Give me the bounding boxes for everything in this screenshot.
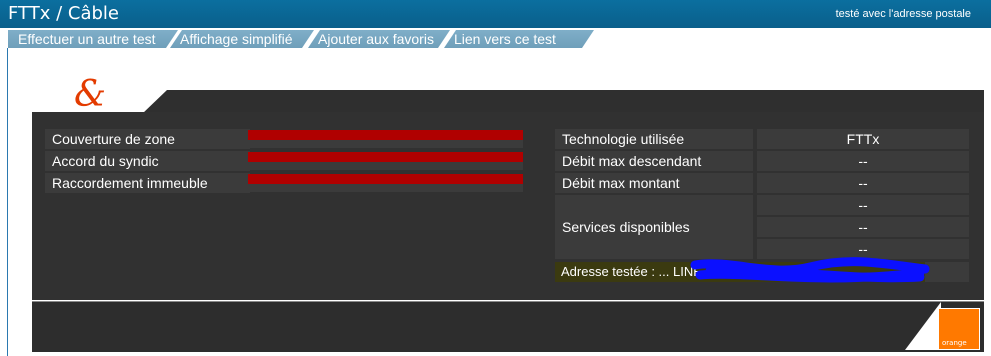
tab-label: Lien vers ce test: [454, 31, 556, 47]
service-value: --: [757, 239, 969, 259]
tab-simple-view[interactable]: Affichage simplifié: [170, 30, 314, 48]
row-label: Débit max montant: [555, 173, 753, 193]
service-value: --: [757, 217, 969, 237]
row-value: FTTx: [757, 129, 969, 149]
table-row: Accord du syndic: [45, 151, 523, 173]
status-bar: [248, 152, 523, 170]
technology-table: Technologie utilisée FTTx Débit max desc…: [555, 129, 969, 259]
row-value: --: [757, 151, 969, 171]
redaction-scribble: [690, 257, 930, 283]
tab-label: Effectuer un autre test: [18, 31, 156, 47]
title-bar: FTTx / Câble testé avec l'adresse postal…: [0, 0, 991, 28]
service-value: --: [757, 195, 969, 215]
row-label: Débit max descendant: [555, 151, 753, 171]
tested-address-note: testé avec l'adresse postale: [835, 8, 971, 20]
table-row: Couverture de zone: [45, 129, 523, 151]
ampersand-logo-icon: &: [74, 74, 106, 114]
status-bar: [248, 130, 523, 148]
row-value: --: [757, 173, 969, 193]
svg-text:&: &: [74, 74, 106, 114]
address-right-cell: [925, 262, 969, 282]
tab-new-test[interactable]: Effectuer un autre test: [8, 30, 178, 48]
row-label: Couverture de zone: [45, 129, 250, 149]
tab-label: Affichage simplifié: [180, 31, 293, 47]
row-label: Raccordement immeuble: [45, 173, 250, 193]
footer-bar: [32, 302, 984, 352]
orange-logo-label: orange: [942, 339, 967, 347]
tab-label: Ajouter aux favoris: [318, 31, 434, 47]
tab-link-to-test[interactable]: Lien vers ce test: [444, 30, 594, 48]
page-title: FTTx / Câble: [8, 3, 119, 24]
eligibility-table: Couverture de zone Accord du syndic Racc…: [45, 129, 523, 195]
table-row: Technologie utilisée FTTx: [555, 129, 969, 151]
table-row: Raccordement immeuble: [45, 173, 523, 195]
row-label: Technologie utilisée: [555, 129, 753, 149]
header-banner: [142, 90, 984, 114]
status-bar: [248, 174, 523, 192]
table-row: Débit max descendant --: [555, 151, 969, 173]
row-label: Accord du syndic: [45, 151, 250, 171]
services-label: Services disponibles: [555, 195, 753, 259]
orange-logo: orange: [938, 308, 980, 350]
left-divider-line: [7, 48, 8, 356]
tab-add-favorites[interactable]: Ajouter aux favoris: [308, 30, 450, 48]
table-row: Débit max montant --: [555, 173, 969, 195]
tabs-bar: Effectuer un autre test Affichage simpli…: [0, 28, 991, 48]
